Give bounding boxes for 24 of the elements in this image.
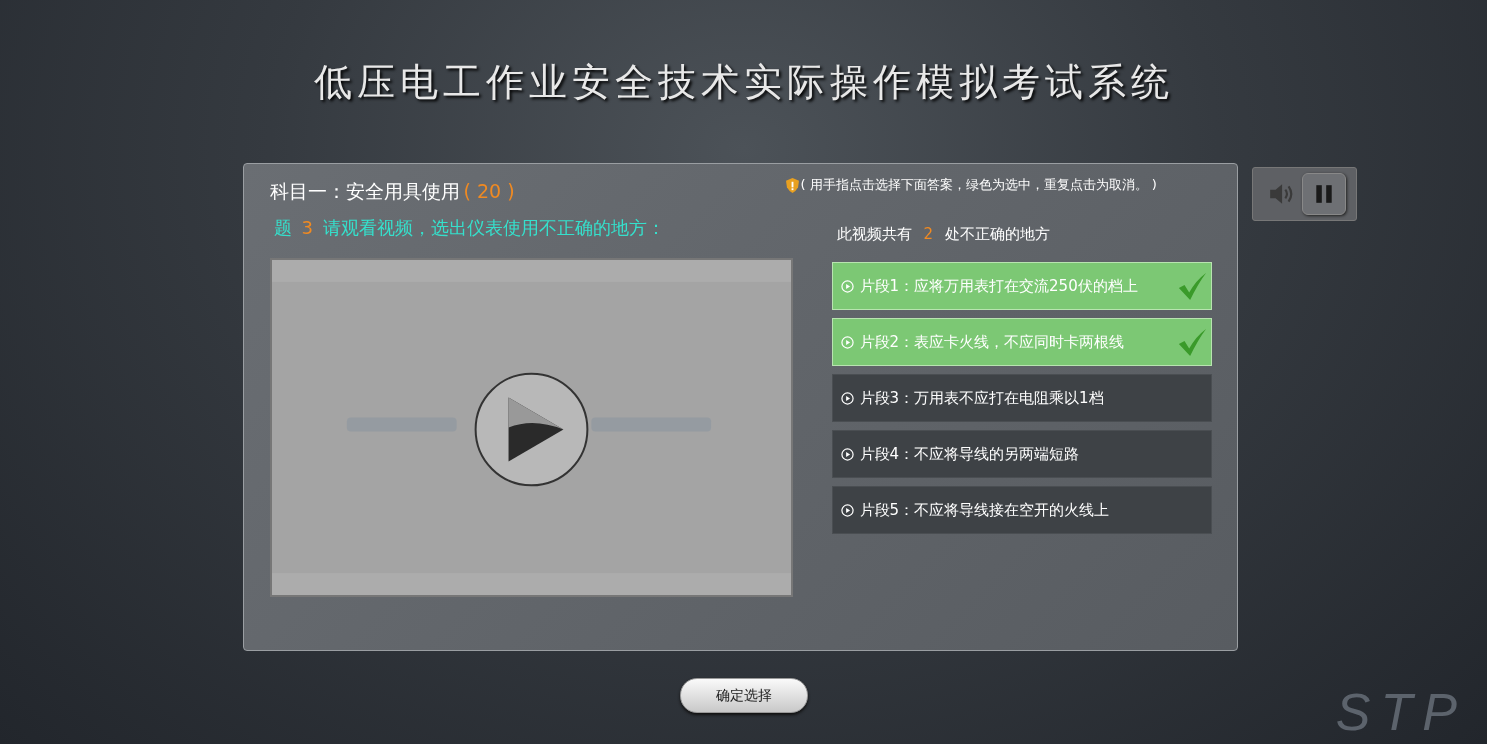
subject-label: 科目一：安全用具使用 xyxy=(269,179,460,204)
subject-score: ( 20 ) xyxy=(463,179,515,204)
question-prefix: 题 xyxy=(273,216,292,240)
instruction-hint: ( 用手指点击选择下面答案，绿色为选中，重复点击为取消。 ) xyxy=(800,176,1157,194)
answer-option[interactable]: 片段4：不应将导线的另两端短路 xyxy=(831,430,1212,478)
play-circle-icon xyxy=(840,447,854,461)
app-title: 低压电工作业安全技术实际操作模拟考试系统 xyxy=(313,59,1174,106)
answer-option[interactable]: 片段3：万用表不应打在电阻乘以1档 xyxy=(831,374,1212,422)
answer-option[interactable]: 片段5：不应将导线接在空开的火线上 xyxy=(831,486,1212,534)
count-text: 处不正确的地方 xyxy=(945,224,1051,244)
checkmark-icon xyxy=(1176,326,1207,358)
checkmark-icon xyxy=(1176,270,1207,302)
warning-shield-icon xyxy=(785,177,799,193)
count-text: 此视频共有 xyxy=(836,224,912,244)
confirm-button[interactable]: 确定选择 xyxy=(679,678,808,713)
question-number: 3 xyxy=(301,216,313,240)
play-circle-icon xyxy=(840,279,854,293)
pause-button[interactable] xyxy=(1301,173,1346,215)
question-text: 请观看视频，选出仪表使用不正确的地方： xyxy=(322,216,665,240)
play-circle-icon xyxy=(840,391,854,405)
error-count: 2 xyxy=(923,224,934,244)
play-circle-icon xyxy=(840,335,854,349)
logo-text: STP xyxy=(1335,682,1467,742)
play-circle-icon xyxy=(840,503,854,517)
